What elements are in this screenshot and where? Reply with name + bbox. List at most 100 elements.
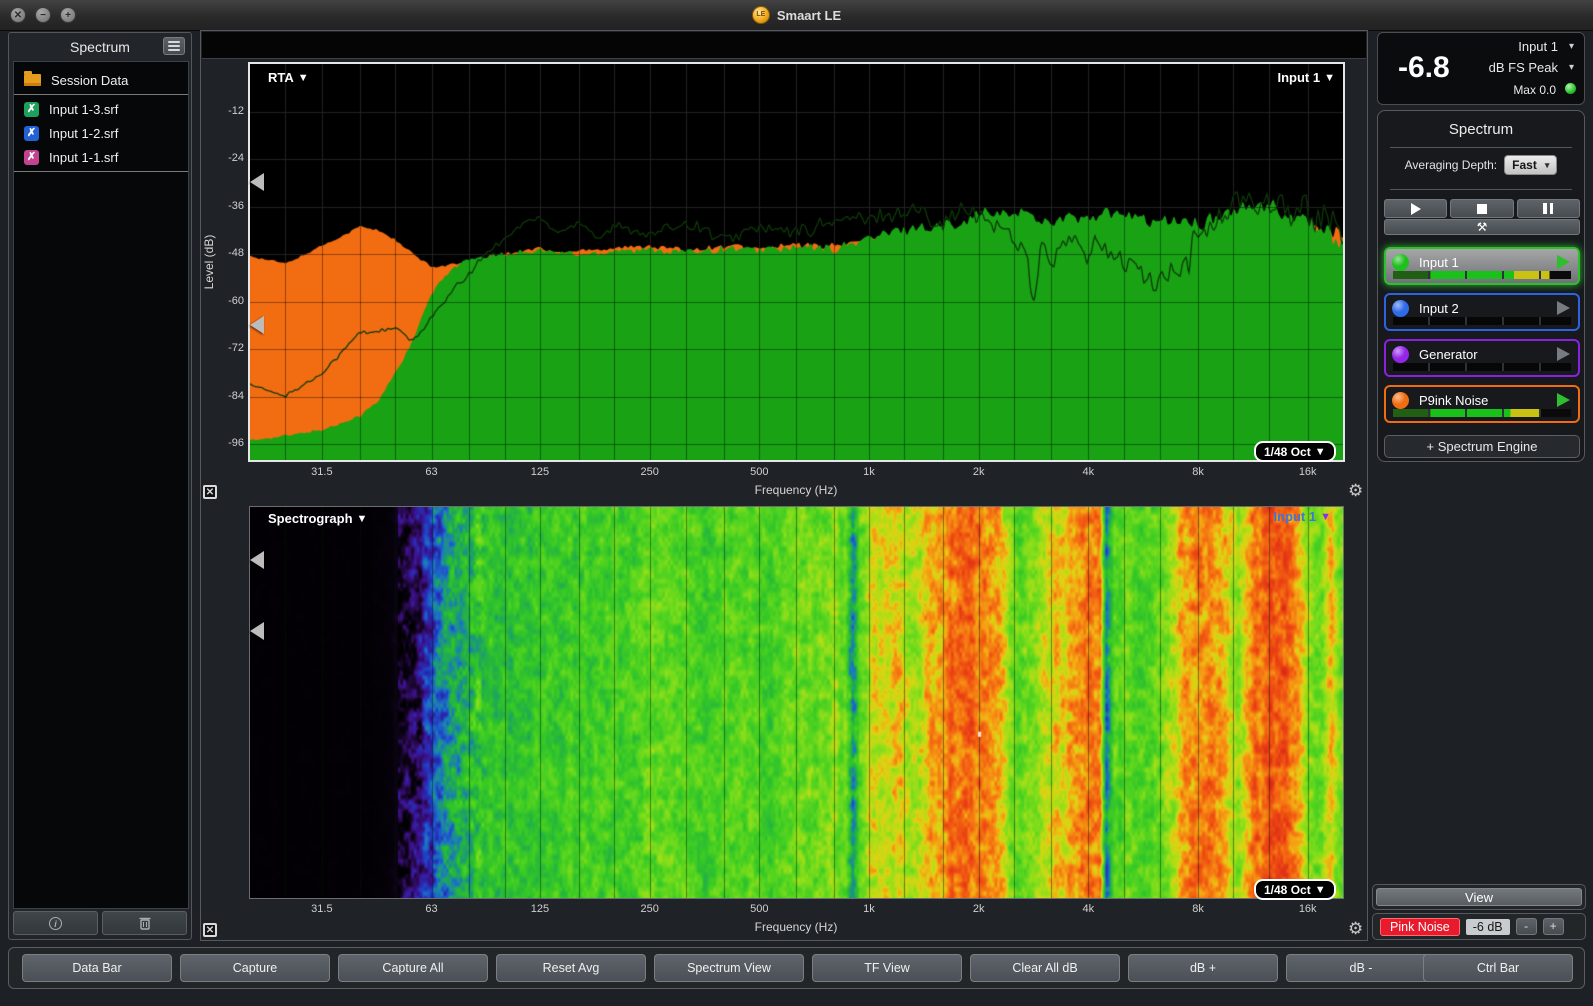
spectrograph-close-icon[interactable]: ✕ [203, 923, 217, 937]
averaging-depth-select[interactable]: Fast ▾ [1504, 155, 1557, 175]
rta-close-icon[interactable]: ✕ [203, 485, 217, 499]
spectrograph-type-dropdown[interactable]: Spectrograph ▼ [268, 511, 367, 526]
session-data-list: Session Data ✗ Input 1-3.srf ✗ Input 1-2… [13, 61, 189, 909]
pause-icon [1543, 203, 1547, 214]
file-x-icon: ✗ [24, 150, 39, 165]
spectrograph-level-handle[interactable] [250, 622, 264, 640]
x-tick-label: 31.5 [311, 903, 332, 915]
y-tick-label: -24 [208, 152, 244, 164]
spectrograph-label: Spectrograph [268, 511, 353, 526]
averaging-depth-label: Averaging Depth: [1405, 158, 1498, 172]
stop-icon [1477, 204, 1487, 214]
stop-button[interactable] [1450, 199, 1513, 218]
spectrum-view-button[interactable]: Spectrum View [654, 954, 804, 982]
channel-play-icon[interactable] [1557, 255, 1570, 269]
channel-strip-pink-noise[interactable]: P9ink Noise [1384, 385, 1580, 423]
rta-label: RTA [268, 70, 294, 85]
db-plus-button[interactable]: dB + [1128, 954, 1278, 982]
reset-avg-button[interactable]: Reset Avg [496, 954, 646, 982]
rta-banding-dropdown[interactable]: 1/48 Oct ▼ [1254, 441, 1336, 462]
tf-view-button[interactable]: TF View [812, 954, 962, 982]
channel-play-icon[interactable] [1557, 347, 1570, 361]
session-data-label: Session Data [51, 73, 128, 88]
file-x-icon: ✗ [24, 102, 39, 117]
x-tick-label: 500 [750, 466, 768, 478]
meter-unit-selector[interactable]: dB FS Peak [1489, 60, 1558, 75]
spectrograph-banding-dropdown[interactable]: 1/48 Oct ▼ [1254, 879, 1336, 900]
x-tick-label: 2k [973, 903, 985, 915]
channel-name: P9ink Noise [1419, 393, 1547, 408]
rta-x-axis-label: Frequency (Hz) [755, 483, 838, 497]
channel-strip-input-1[interactable]: Input 1 [1384, 247, 1580, 285]
chevron-down-icon[interactable]: ▾ [1569, 41, 1574, 52]
view-button-container: View [1372, 884, 1586, 910]
channel-strip-generator[interactable]: Generator [1384, 339, 1580, 377]
channel-play-icon[interactable] [1557, 393, 1570, 407]
rta-plot[interactable] [250, 64, 1343, 460]
spectrograph-x-axis-label: Frequency (Hz) [755, 920, 838, 934]
chevron-down-icon: ▼ [1315, 446, 1326, 458]
channel-level-meter [1393, 271, 1571, 279]
spectrograph-settings-gear-icon[interactable]: ⚙ [1348, 921, 1363, 937]
rta-input-dropdown[interactable]: Input 1 ▼ [1278, 70, 1336, 85]
channel-color-ball-icon [1392, 254, 1409, 271]
channel-name: Input 2 [1419, 301, 1547, 316]
session-data-folder[interactable]: Session Data [14, 68, 188, 92]
rta-threshold-handle[interactable] [250, 316, 264, 334]
divider [1390, 147, 1572, 148]
sidebar-menu-icon[interactable] [163, 37, 185, 55]
view-button[interactable]: View [1376, 888, 1582, 906]
spectrograph-input-label: Input 1 [1274, 509, 1317, 524]
list-item-file[interactable]: ✗ Input 1-3.srf [14, 97, 188, 121]
data-bar-button[interactable]: Data Bar [22, 954, 172, 982]
x-tick-label: 500 [750, 903, 768, 915]
banding-label: 1/48 Oct [1264, 445, 1311, 459]
input-level-meter-box: Input 1 ▾ -6.8 dB FS Peak ▾ Max 0.0 [1377, 32, 1585, 105]
delete-button[interactable] [102, 911, 187, 935]
spectrum-control-panel: Spectrum Averaging Depth: Fast ▾ ⚒ Input… [1377, 110, 1585, 462]
rta-threshold-handle[interactable] [250, 173, 264, 191]
spectrograph-plot[interactable] [250, 507, 1343, 898]
play-button[interactable] [1384, 199, 1447, 218]
x-tick-label: 125 [531, 903, 549, 915]
channel-play-icon[interactable] [1557, 301, 1570, 315]
channel-name: Generator [1419, 347, 1547, 362]
generator-level-minus-button[interactable]: - [1516, 918, 1537, 935]
pink-noise-button[interactable]: Pink Noise [1380, 918, 1460, 936]
ctrl-bar-button[interactable]: Ctrl Bar [1423, 954, 1573, 982]
x-tick-label: 250 [640, 903, 658, 915]
list-item-file[interactable]: ✗ Input 1-1.srf [14, 145, 188, 169]
rta-settings-gear-icon[interactable]: ⚙ [1348, 483, 1363, 499]
file-name: Input 1-1.srf [49, 150, 118, 165]
clear-all-db-button[interactable]: Clear All dB [970, 954, 1120, 982]
x-tick-label: 63 [425, 466, 437, 478]
chevron-down-icon[interactable]: ▾ [1569, 62, 1574, 73]
file-name: Input 1-3.srf [49, 102, 118, 117]
db-minus-button[interactable]: dB - [1286, 954, 1436, 982]
spectrograph-level-handle[interactable] [250, 551, 264, 569]
meter-input-selector[interactable]: Input 1 [1518, 39, 1558, 54]
channel-level-meter [1393, 317, 1571, 325]
control-bar: Data Bar Capture Capture All Reset Avg S… [8, 947, 1585, 989]
capture-all-button[interactable]: Capture All [338, 954, 488, 982]
x-tick-label: 16k [1299, 466, 1317, 478]
generator-level-plus-button[interactable]: + [1543, 918, 1564, 935]
x-tick-label: 1k [863, 466, 875, 478]
divider [1390, 189, 1572, 190]
y-tick-label: -12 [208, 105, 244, 117]
info-button[interactable]: i [13, 911, 98, 935]
banding-label: 1/48 Oct [1264, 883, 1311, 897]
channel-level-meter [1393, 409, 1571, 417]
add-spectrum-engine-button[interactable]: + Spectrum Engine [1384, 435, 1580, 458]
chevron-down-icon: ▼ [1324, 72, 1335, 84]
spectrograph-input-dropdown[interactable]: Input 1 ▼ [1274, 509, 1332, 524]
channel-strip-input-2[interactable]: Input 2 [1384, 293, 1580, 331]
y-tick-label: -36 [208, 200, 244, 212]
capture-button[interactable]: Capture [180, 954, 330, 982]
tools-button[interactable]: ⚒ [1384, 219, 1580, 235]
rta-type-dropdown[interactable]: RTA ▼ [268, 70, 309, 85]
generator-bar: Pink Noise -6 dB - + [1372, 913, 1586, 940]
pause-button[interactable] [1517, 199, 1580, 218]
list-item-file[interactable]: ✗ Input 1-2.srf [14, 121, 188, 145]
wrench-icon: ⚒ [1477, 220, 1488, 234]
